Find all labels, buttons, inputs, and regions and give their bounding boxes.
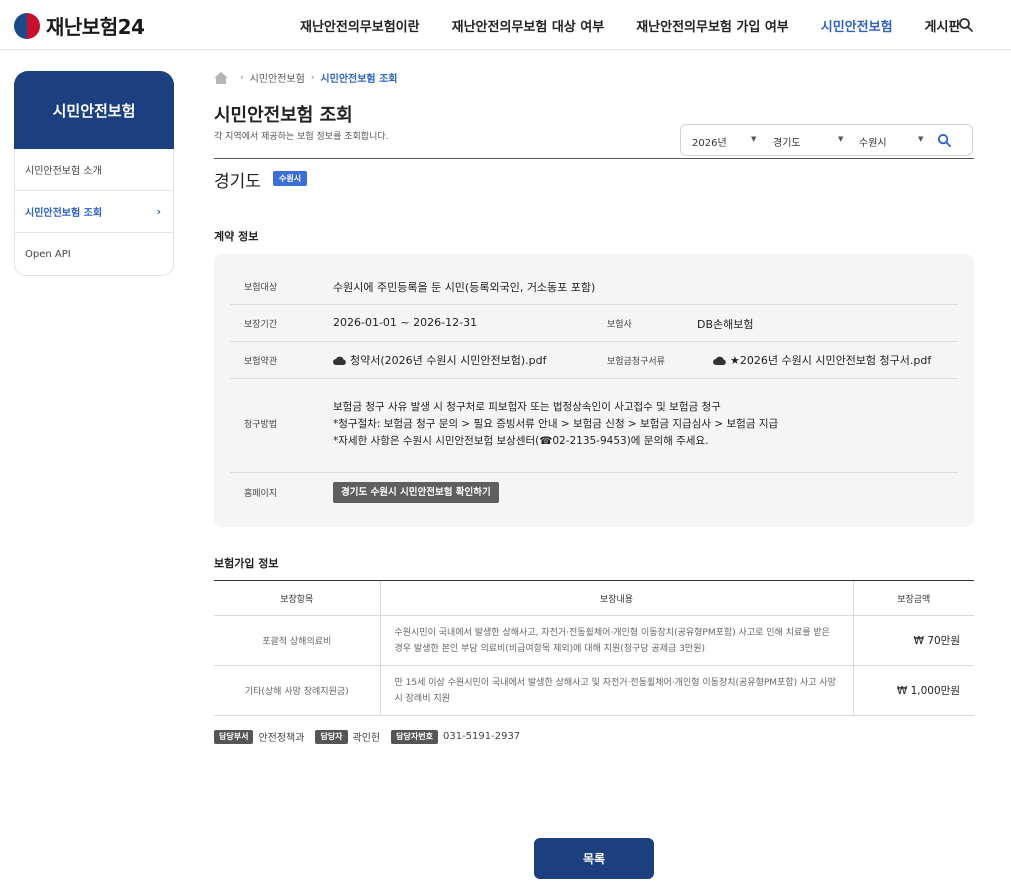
breadcrumb-separator: › <box>310 72 315 83</box>
coverage-amount: ₩ 1,000만원 <box>852 665 974 716</box>
table-row: 포괄적 상해의료비 수원시민이 국내에서 발생한 상해사고, 자전거·전동휠체어… <box>214 615 974 666</box>
year-select[interactable]: 2026년 <box>692 134 727 149</box>
dept-badge: 담당부서 <box>214 729 254 744</box>
main-nav: 재난안전의무보험이란 재난안전의무보험 대상 여부 재난안전의무보험 가입 여부… <box>300 0 992 50</box>
taegeuk-logo-icon <box>14 12 40 39</box>
sidebar-menu: 시민안전보험 소개 시민안전보험 조회 › Open API <box>14 149 174 276</box>
column-header: 보장내용 <box>379 580 853 616</box>
dept-value: 안전정책과 <box>258 733 305 744</box>
insurer-value: DB손해보험 <box>697 318 754 331</box>
search-icon[interactable] <box>958 17 974 33</box>
divider <box>214 158 974 159</box>
coverage-table: 보장항목 보장내용 보장금액 포괄적 상해의료비 수원시민이 국내에서 발생한 … <box>214 580 974 716</box>
phone-value: 031-5191-2937 <box>442 731 521 742</box>
caret-down-icon: ▼ <box>918 135 924 143</box>
terms-file-link[interactable]: 청약서(2026년 수원시 시민안전보험).pdf <box>333 352 546 368</box>
breadcrumb-current: 시민안전보험 조회 <box>320 74 398 85</box>
page-title: 시민안전보험 조회 <box>214 105 353 126</box>
homepage-button[interactable]: 경기도 수원시 시민안전보험 확인하기 <box>333 482 499 503</box>
claimdoc-label: 보험금청구서류 <box>607 357 665 367</box>
province-select[interactable]: 경기도 <box>773 134 801 149</box>
breadcrumb-item[interactable]: 시민안전보험 <box>250 70 305 85</box>
claim-line: *자세한 사항은 수원시 시민안전보험 보상센터(☎02-2135-9453)에… <box>333 435 709 447</box>
claim-method-text: 보험금 청구 사유 발생 시 청구처로 피보험자 또는 법정상속인이 사고접수 … <box>333 399 778 450</box>
sidebar-item-label: Open API <box>25 248 71 260</box>
contract-row-claim: 청구방법 보험금 청구 사유 발생 시 청구처로 피보험자 또는 법정상속인이 … <box>230 379 958 473</box>
cloud-download-icon <box>333 356 346 365</box>
nav-item-eligibility[interactable]: 재난안전의무보험 대상 여부 <box>452 16 605 35</box>
region-name: 경기도 <box>214 172 261 192</box>
column-header: 보장금액 <box>852 580 974 616</box>
sidebar-item-label: 시민안전보험 소개 <box>25 166 102 177</box>
sidebar-item-intro[interactable]: 시민안전보험 소개 <box>15 149 173 191</box>
claim-label: 청구방법 <box>244 420 278 430</box>
period-value: 2026-01-01 ~ 2026-12-31 <box>333 316 478 329</box>
coverage-section-title: 보험가입 정보 <box>214 557 279 570</box>
person-value: 곽인헌 <box>352 733 381 744</box>
sidebar-title: 시민안전보험 <box>14 71 174 149</box>
claim-line: 보험금 청구 사유 발생 시 청구처로 피보험자 또는 법정상속인이 사고접수 … <box>333 401 721 413</box>
city-select[interactable]: 수원시 <box>859 134 887 149</box>
coverage-item: 기타(상해 사망 장례지원금) <box>214 665 380 716</box>
caret-down-icon: ▼ <box>751 135 757 143</box>
coverage-amount: ₩ 70만원 <box>852 615 974 666</box>
contract-info-box: 보험대상 수원시에 주민등록을 둔 시민(등록외국인, 거소동포 포함) 보장기… <box>214 254 974 527</box>
period-label: 보장기간 <box>244 320 278 330</box>
nav-item-citizen-insurance[interactable]: 시민안전보험 <box>821 16 893 35</box>
coverage-item: 포괄적 상해의료비 <box>214 615 380 666</box>
region-filter: 2026년 ▼ 경기도 ▼ 수원시 ▼ <box>680 124 973 156</box>
logo-text: 재난보험24 <box>46 15 145 39</box>
terms-file-name: 청약서(2026년 수원시 시민안전보험).pdf <box>350 354 547 367</box>
table-header-row: 보장항목 보장내용 보장금액 <box>214 580 974 616</box>
nav-item-board[interactable]: 게시판 <box>925 16 961 35</box>
target-value: 수원시에 주민등록을 둔 시민(등록외국인, 거소동포 포함) <box>333 281 596 294</box>
sidebar-item-label: 시민안전보험 조회 <box>25 208 103 219</box>
site-logo[interactable]: 재난보험24 <box>14 11 145 40</box>
claim-line: *청구절차: 보험금 청구 문의 > 필요 증빙서류 안내 > 보험금 신청 >… <box>333 418 779 430</box>
nav-item-enrollment[interactable]: 재난안전의무보험 가입 여부 <box>636 16 789 35</box>
search-icon[interactable] <box>937 133 952 148</box>
target-label: 보험대상 <box>244 283 278 293</box>
breadcrumb-separator: › <box>240 72 244 83</box>
contract-row-files: 보험약관 청약서(2026년 수원시 시민안전보험).pdf 보험금청구서류 ★… <box>230 342 958 379</box>
column-header: 보장항목 <box>214 580 380 616</box>
contract-row-period: 보장기간 2026-01-01 ~ 2026-12-31 보험사 DB손해보험 <box>230 305 958 342</box>
claimdoc-file-link[interactable]: ★2026년 수원시 시민안전보험 청구서.pdf <box>713 352 931 368</box>
caret-down-icon: ▼ <box>838 135 844 143</box>
site-header: 재난보험24 재난안전의무보험이란 재난안전의무보험 대상 여부 재난안전의무보… <box>0 0 1011 50</box>
chevron-right-icon: › <box>156 205 161 218</box>
nav-item-about[interactable]: 재난안전의무보험이란 <box>300 16 420 35</box>
claimdoc-file-name: ★2026년 수원시 시민안전보험 청구서.pdf <box>730 354 932 367</box>
city-badge: 수원시 <box>273 171 308 186</box>
contract-row-homepage: 홈페이지 경기도 수원시 시민안전보험 확인하기 <box>230 473 958 513</box>
list-button[interactable]: 목록 <box>534 838 654 879</box>
coverage-desc: 만 15세 이상 수원시민이 국내에서 발생한 상해사고 및 자전거·전동휠체어… <box>379 665 853 716</box>
sidebar-item-lookup[interactable]: 시민안전보험 조회 › <box>15 191 173 233</box>
sidebar-item-open-api[interactable]: Open API <box>15 233 173 275</box>
homepage-label: 홈페이지 <box>244 489 278 499</box>
terms-label: 보험약관 <box>244 357 278 367</box>
phone-badge: 담당자번호 <box>391 729 438 744</box>
table-row: 기타(상해 사망 장례지원금) 만 15세 이상 수원시민이 국내에서 발생한 … <box>214 665 974 716</box>
person-badge: 담당자 <box>315 729 348 744</box>
breadcrumb: › 시민안전보험 › 시민안전보험 조회 <box>214 70 398 85</box>
contract-section-title: 계약 정보 <box>214 230 259 243</box>
page-description: 각 지역에서 제공하는 보험 정보를 조회합니다. <box>214 132 389 142</box>
insurer-label: 보험사 <box>607 320 632 330</box>
contact-info: 담당부서 안전정책과 담당자 곽인헌 담당자번호 031-5191-2937 <box>214 729 531 744</box>
contract-row-target: 보험대상 수원시에 주민등록을 둔 시민(등록외국인, 거소동포 포함) <box>230 268 958 305</box>
home-icon[interactable] <box>214 71 228 84</box>
cloud-download-icon <box>713 356 726 365</box>
coverage-desc: 수원시민이 국내에서 발생한 상해사고, 자전거·전동휠체어·개인형 이동장치(… <box>379 615 853 666</box>
